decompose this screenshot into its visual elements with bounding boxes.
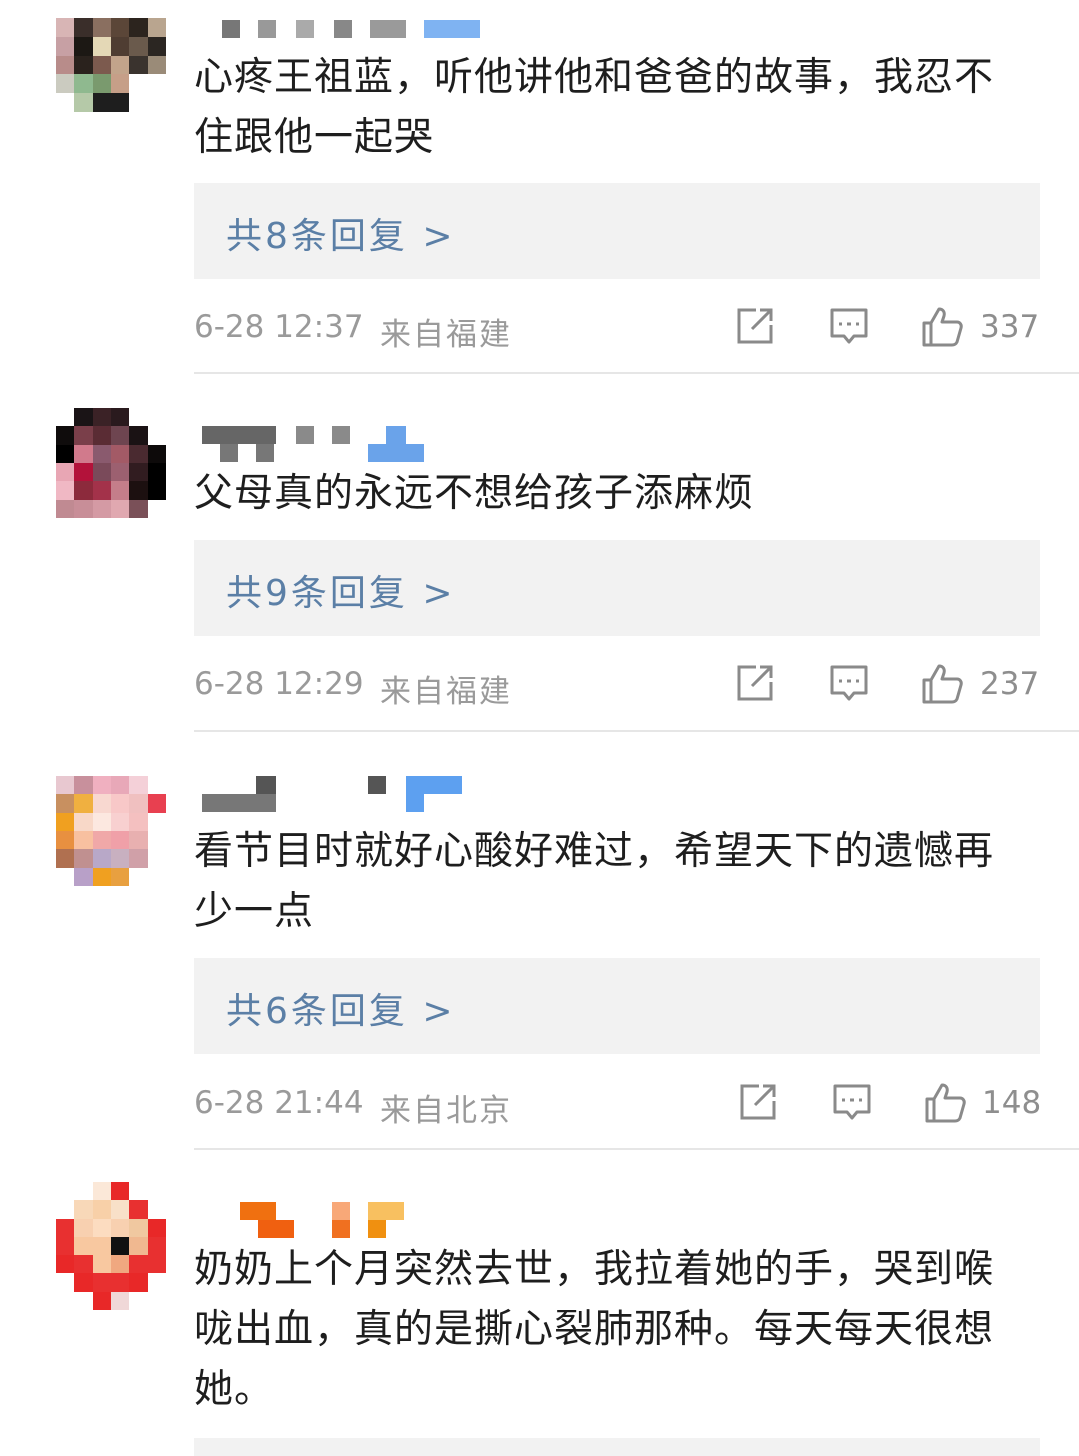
divider (194, 730, 1079, 732)
thumbs-up-icon[interactable] (923, 1081, 967, 1125)
thumbs-up-icon[interactable] (920, 662, 964, 706)
divider (194, 1148, 1079, 1150)
username-pixelated[interactable] (200, 20, 500, 50)
comment-text-line: 咙出血，真的是撕心裂肺那种。每天每天很想 (194, 1307, 995, 1352)
avatar[interactable] (56, 1182, 166, 1310)
share-icon[interactable] (734, 305, 776, 347)
comment-text-line: 奶奶上个月突然去世，我拉着她的手，哭到喉 (194, 1247, 995, 1292)
comment-text-line: 她。 (194, 1367, 275, 1412)
like-count: 237 (980, 666, 1040, 702)
comment-icon[interactable] (828, 662, 870, 704)
avatar[interactable] (56, 18, 166, 112)
location: 来自福建 (380, 674, 512, 710)
comment-text-line: 心疼王祖蓝，听他讲他和爸爸的故事，我忍不 (194, 55, 995, 100)
share-icon[interactable] (737, 1081, 779, 1123)
comment-icon[interactable] (831, 1081, 873, 1123)
username-pixelated[interactable] (200, 1200, 440, 1240)
comment-text: 奶奶上个月突然去世，我拉着她的手，哭到喉 咙出血，真的是撕心裂肺那种。每天每天很… (194, 1240, 1044, 1420)
comment-text-line: 少一点 (194, 889, 315, 934)
comment-meta: 6-28 12:29 来自福建 237 (194, 662, 1040, 712)
username-pixelated[interactable] (200, 776, 480, 816)
comment-meta: 6-28 12:37 来自福建 337 (194, 305, 1040, 355)
timestamp: 6-28 12:37 (194, 309, 364, 345)
like-count: 148 (982, 1085, 1042, 1121)
comment-text-line: 父母真的永远不想给孩子添麻烦 (194, 471, 755, 516)
replies-button[interactable]: 共9条回复 > (194, 540, 1040, 636)
comment-text-line: 住跟他一起哭 (194, 115, 435, 160)
timestamp: 6-28 21:44 (194, 1085, 364, 1121)
timestamp: 6-28 12:29 (194, 666, 364, 702)
comment-meta: 6-28 21:44 来自北京 148 (194, 1081, 1042, 1131)
comment-text: 父母真的永远不想给孩子添麻烦 (194, 464, 1044, 524)
like-count: 337 (980, 309, 1040, 345)
share-icon[interactable] (734, 662, 776, 704)
replies-button[interactable] (194, 1438, 1040, 1456)
comment-text: 心疼王祖蓝，听他讲他和爸爸的故事，我忍不 住跟他一起哭 (194, 48, 1044, 168)
replies-button[interactable]: 共8条回复 > (194, 183, 1040, 279)
replies-label: 共9条回复 > (226, 573, 456, 614)
location: 来自福建 (380, 317, 512, 353)
comment-icon[interactable] (828, 305, 870, 347)
replies-label: 共8条回复 > (226, 216, 456, 257)
thumbs-up-icon[interactable] (920, 305, 964, 349)
replies-button[interactable]: 共6条回复 > (194, 958, 1040, 1054)
comment-text: 看节目时就好心酸好难过，希望天下的遗憾再 少一点 (194, 822, 1044, 942)
divider (194, 372, 1079, 374)
avatar[interactable] (56, 776, 166, 886)
replies-label: 共6条回复 > (226, 991, 456, 1032)
username-pixelated[interactable] (200, 424, 440, 464)
location: 来自北京 (380, 1093, 512, 1129)
comment-text-line: 看节目时就好心酸好难过，希望天下的遗憾再 (194, 829, 995, 874)
avatar[interactable] (56, 408, 166, 518)
